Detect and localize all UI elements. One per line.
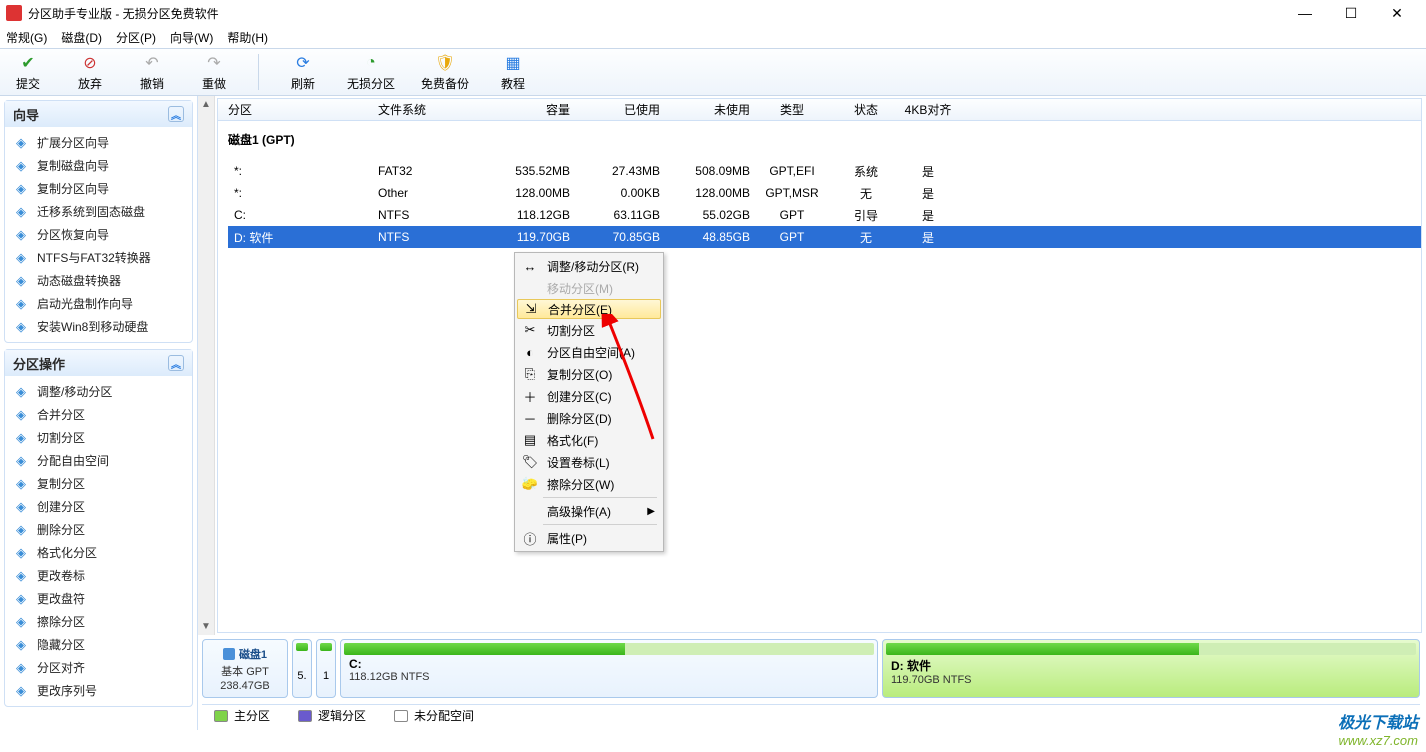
menu-general[interactable]: 常规(G) <box>6 29 47 46</box>
ops-item[interactable]: ◈调整/移动分区 <box>7 380 190 403</box>
context-menu-item[interactable]: －删除分区(D) <box>517 407 661 429</box>
table-row[interactable]: *:FAT32535.52MB27.43MB508.09MBGPT,EFI系统是 <box>228 160 1421 182</box>
menu-item-icon: ⎘ <box>521 365 539 383</box>
toolbar: ✔提交 ⊘放弃 ↶撤销 ↷重做 ⟳刷新 ◔无损分区 🛡免费备份 ▦教程 <box>0 48 1426 96</box>
menu-item-icon: 🧽 <box>521 475 539 493</box>
disk-map-d[interactable]: D: 软件119.70GB NTFS <box>882 639 1420 698</box>
disk-map-efi[interactable]: 5. <box>292 639 312 698</box>
legend: 主分区 逻辑分区 未分配空间 <box>202 704 1420 726</box>
menu-wizard[interactable]: 向导(W) <box>170 29 213 46</box>
wizard-item[interactable]: ◈安装Win8到移动硬盘 <box>7 315 190 338</box>
context-menu-item[interactable]: 高级操作(A)▶ <box>517 500 661 522</box>
menu-item-icon: 🏷 <box>521 453 539 471</box>
wizard-item[interactable]: ◈迁移系统到固态磁盘 <box>7 200 190 223</box>
menu-item-icon <box>521 279 539 297</box>
wizard-item[interactable]: ◈启动光盘制作向导 <box>7 292 190 315</box>
menu-help[interactable]: 帮助(H) <box>227 29 268 46</box>
ops-item[interactable]: ◈更改序列号 <box>7 679 190 702</box>
disk-label[interactable]: 磁盘1 基本 GPT 238.47GB <box>202 639 288 698</box>
menu-item-icon: ◐ <box>521 343 539 361</box>
collapse-icon[interactable]: ︽ <box>168 355 184 371</box>
wizard-item[interactable]: ◈复制分区向导 <box>7 177 190 200</box>
menu-item-icon: ▤ <box>521 431 539 449</box>
undo-button[interactable]: ↶撤销 <box>134 53 170 92</box>
menu-item-icon: ⓘ <box>521 529 539 547</box>
wizard-panel-title: 向导 <box>13 105 39 124</box>
watermark: 极光下载站 www.xz7.com <box>1338 709 1418 748</box>
context-menu-item[interactable]: 🏷设置卷标(L) <box>517 451 661 473</box>
maximize-button[interactable]: ☐ <box>1328 0 1374 26</box>
context-menu-item[interactable]: ⇲合并分区(E) <box>517 299 661 319</box>
context-menu-item[interactable]: 🧽擦除分区(W) <box>517 473 661 495</box>
ops-item[interactable]: ◈更改盘符 <box>7 587 190 610</box>
backup-button[interactable]: 🛡免费备份 <box>421 53 469 92</box>
ops-item[interactable]: ◈更改卷标 <box>7 564 190 587</box>
ops-item[interactable]: ◈复制分区 <box>7 472 190 495</box>
disk-map: 磁盘1 基本 GPT 238.47GB 5. 1 C:118.12GB NTFS… <box>202 639 1420 698</box>
minimize-button[interactable]: — <box>1282 0 1328 26</box>
ops-item[interactable]: ◈擦除分区 <box>7 610 190 633</box>
disk-map-c[interactable]: C:118.12GB NTFS <box>340 639 878 698</box>
vertical-scrollbar[interactable]: ▲ ▼ <box>198 96 215 635</box>
ops-item[interactable]: ◈格式化分区 <box>7 541 190 564</box>
app-icon <box>6 5 22 21</box>
disk-group-title: 磁盘1 (GPT) <box>228 121 1421 154</box>
ops-item[interactable]: ◈分配自由空间 <box>7 449 190 472</box>
menubar: 常规(G) 磁盘(D) 分区(P) 向导(W) 帮助(H) <box>0 26 1426 48</box>
lossless-button[interactable]: ◔无损分区 <box>347 53 395 92</box>
ops-panel-title: 分区操作 <box>13 354 65 373</box>
close-button[interactable]: ✕ <box>1374 0 1420 26</box>
wizard-item[interactable]: ◈扩展分区向导 <box>7 131 190 154</box>
wizard-item[interactable]: ◈复制磁盘向导 <box>7 154 190 177</box>
table-row[interactable]: D: 软件NTFS119.70GB70.85GB48.85GBGPT无是 <box>228 226 1421 248</box>
menu-item-icon: ＋ <box>521 387 539 405</box>
context-menu-item[interactable]: ◐分区自由空间(A) <box>517 341 661 363</box>
ops-item[interactable]: ◈切割分区 <box>7 426 190 449</box>
menu-item-icon: ↔ <box>521 257 539 275</box>
context-menu-item: 移动分区(M) <box>517 277 661 299</box>
menu-item-icon <box>521 502 539 520</box>
context-menu-item[interactable]: ↔调整/移动分区(R) <box>517 255 661 277</box>
collapse-icon[interactable]: ︽ <box>168 106 184 122</box>
menu-partition[interactable]: 分区(P) <box>116 29 156 46</box>
grid-header: 分区 文件系统 容量 已使用 未使用 类型 状态 4KB对齐 <box>218 99 1421 121</box>
ops-item[interactable]: ◈分区对齐 <box>7 656 190 679</box>
context-menu-item[interactable]: ＋创建分区(C) <box>517 385 661 407</box>
refresh-button[interactable]: ⟳刷新 <box>285 53 321 92</box>
context-menu-item[interactable]: ▤格式化(F) <box>517 429 661 451</box>
table-row[interactable]: C:NTFS118.12GB63.11GB55.02GBGPT引导是 <box>228 204 1421 226</box>
context-menu-item[interactable]: ⓘ属性(P) <box>517 527 661 549</box>
context-menu: ↔调整/移动分区(R)移动分区(M)⇲合并分区(E)✂切割分区◐分区自由空间(A… <box>514 252 664 552</box>
commit-button[interactable]: ✔提交 <box>10 53 46 92</box>
menu-disk[interactable]: 磁盘(D) <box>61 29 102 46</box>
ops-item[interactable]: ◈删除分区 <box>7 518 190 541</box>
menu-item-icon: － <box>521 409 539 427</box>
context-menu-item[interactable]: ⎘复制分区(O) <box>517 363 661 385</box>
context-menu-item[interactable]: ✂切割分区 <box>517 319 661 341</box>
menu-item-icon: ✂ <box>521 321 539 339</box>
disk-map-msr[interactable]: 1 <box>316 639 336 698</box>
scroll-down-icon[interactable]: ▼ <box>198 618 214 635</box>
ops-panel: 分区操作 ︽ ◈调整/移动分区◈合并分区◈切割分区◈分配自由空间◈复制分区◈创建分… <box>4 349 193 707</box>
ops-item[interactable]: ◈合并分区 <box>7 403 190 426</box>
ops-item[interactable]: ◈隐藏分区 <box>7 633 190 656</box>
table-row[interactable]: *:Other128.00MB0.00KB128.00MBGPT,MSR无是 <box>228 182 1421 204</box>
wizard-panel: 向导 ︽ ◈扩展分区向导◈复制磁盘向导◈复制分区向导◈迁移系统到固态磁盘◈分区恢复… <box>4 100 193 343</box>
wizard-item[interactable]: ◈分区恢复向导 <box>7 223 190 246</box>
wizard-item[interactable]: ◈NTFS与FAT32转换器 <box>7 246 190 269</box>
discard-button[interactable]: ⊘放弃 <box>72 53 108 92</box>
window-title: 分区助手专业版 - 无损分区免费软件 <box>28 5 1282 22</box>
menu-item-icon: ⇲ <box>522 300 540 318</box>
tutorial-button[interactable]: ▦教程 <box>495 53 531 92</box>
redo-button[interactable]: ↷重做 <box>196 53 232 92</box>
wizard-item[interactable]: ◈动态磁盘转换器 <box>7 269 190 292</box>
scroll-up-icon[interactable]: ▲ <box>198 96 214 113</box>
ops-item[interactable]: ◈创建分区 <box>7 495 190 518</box>
